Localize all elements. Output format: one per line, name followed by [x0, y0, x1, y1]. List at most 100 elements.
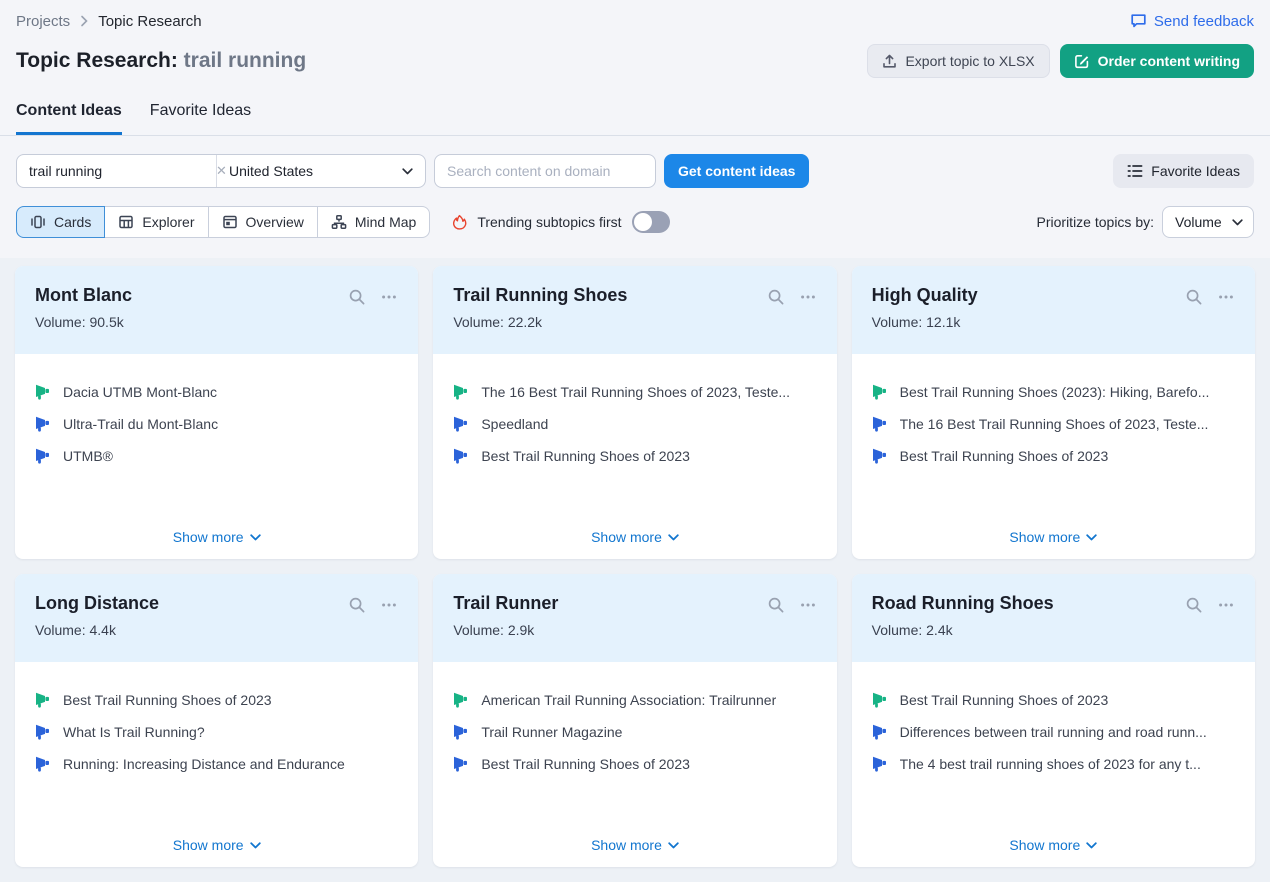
export-xlsx-button[interactable]: Export topic to XLSX	[867, 44, 1049, 78]
topic-card-header: Road Running Shoes Volume: 2.4k	[852, 574, 1255, 662]
idea-item[interactable]: The 16 Best Trail Running Shoes of 2023,…	[453, 382, 816, 402]
topic-volume: Volume: 2.9k	[453, 622, 558, 638]
idea-text: Best Trail Running Shoes (2023): Hiking,…	[900, 382, 1210, 402]
topic-query-input[interactable]	[29, 163, 210, 179]
trending-toggle[interactable]	[632, 211, 670, 233]
idea-text: The 4 best trail running shoes of 2023 f…	[900, 754, 1201, 774]
idea-text: The 16 Best Trail Running Shoes of 2023,…	[900, 414, 1209, 434]
idea-item[interactable]: Differences between trail running and ro…	[872, 722, 1235, 742]
idea-item[interactable]: Best Trail Running Shoes of 2023	[453, 446, 816, 466]
view-mindmap-button[interactable]: Mind Map	[317, 206, 430, 238]
domain-search-input[interactable]	[434, 154, 656, 188]
topic-card: Road Running Shoes Volume: 2.4k Best Tra…	[852, 574, 1255, 867]
megaphone-icon	[35, 724, 51, 740]
show-more-button[interactable]: Show more	[173, 525, 261, 547]
idea-item[interactable]: Best Trail Running Shoes of 2023	[872, 690, 1235, 710]
view-cards-button[interactable]: Cards	[16, 206, 105, 238]
idea-item[interactable]: Dacia UTMB Mont-Blanc	[35, 382, 398, 402]
mindmap-view-icon	[331, 214, 347, 230]
chevron-down-icon	[668, 534, 679, 541]
idea-item[interactable]: Best Trail Running Shoes of 2023	[35, 690, 398, 710]
favorite-ideas-button[interactable]: Favorite Ideas	[1113, 154, 1254, 188]
top-section: Projects Topic Research Send feedback To…	[0, 0, 1270, 258]
idea-text: Best Trail Running Shoes of 2023	[900, 446, 1109, 466]
show-more-button[interactable]: Show more	[1009, 833, 1097, 855]
idea-item[interactable]: Best Trail Running Shoes of 2023	[872, 446, 1235, 466]
megaphone-icon	[35, 692, 51, 708]
idea-text: Ultra-Trail du Mont-Blanc	[63, 414, 218, 434]
card-menu-icon[interactable]	[799, 596, 817, 614]
idea-text: Dacia UTMB Mont-Blanc	[63, 382, 217, 402]
send-feedback-link[interactable]: Send feedback	[1130, 13, 1254, 30]
megaphone-icon	[453, 692, 469, 708]
topic-title[interactable]: Mont Blanc	[35, 283, 132, 307]
cards-grid: Mont Blanc Volume: 90.5k Dacia UTMB Mont…	[15, 266, 1255, 867]
chevron-down-icon	[402, 168, 413, 175]
topic-title[interactable]: Road Running Shoes	[872, 591, 1054, 615]
idea-list: Best Trail Running Shoes of 2023 What Is …	[35, 690, 398, 786]
idea-item[interactable]: What Is Trail Running?	[35, 722, 398, 742]
tab-content-ideas[interactable]: Content Ideas	[16, 102, 122, 135]
country-select[interactable]: United States	[216, 155, 425, 187]
prioritize-select[interactable]: Volume	[1162, 206, 1254, 238]
card-menu-icon[interactable]	[1217, 596, 1235, 614]
show-more-button[interactable]: Show more	[591, 833, 679, 855]
card-menu-icon[interactable]	[380, 288, 398, 306]
breadcrumb: Projects Topic Research	[16, 13, 202, 30]
topic-volume: Volume: 22.2k	[453, 314, 627, 330]
breadcrumb-topic-research: Topic Research	[98, 13, 201, 30]
megaphone-icon	[35, 416, 51, 432]
topic-card: Long Distance Volume: 4.4k Best Trail Ru…	[15, 574, 418, 867]
view-switcher: Cards Explorer Overview Mind Map	[16, 206, 430, 238]
search-topic-icon[interactable]	[1185, 288, 1203, 306]
search-topic-icon[interactable]	[1185, 596, 1203, 614]
search-topic-icon[interactable]	[348, 596, 366, 614]
view-overview-button[interactable]: Overview	[208, 206, 318, 238]
card-menu-icon[interactable]	[1217, 288, 1235, 306]
idea-list: Best Trail Running Shoes (2023): Hiking,…	[872, 382, 1235, 478]
get-content-ideas-button[interactable]: Get content ideas	[664, 154, 809, 188]
show-more-button[interactable]: Show more	[1009, 525, 1097, 547]
view-explorer-button[interactable]: Explorer	[104, 206, 208, 238]
idea-item[interactable]: Trail Runner Magazine	[453, 722, 816, 742]
card-menu-icon[interactable]	[380, 596, 398, 614]
search-topic-icon[interactable]	[767, 596, 785, 614]
page-title: Topic Research: trail running	[16, 49, 306, 73]
idea-item[interactable]: The 4 best trail running shoes of 2023 f…	[872, 754, 1235, 774]
show-more-button[interactable]: Show more	[591, 525, 679, 547]
idea-item[interactable]: Running: Increasing Distance and Enduran…	[35, 754, 398, 774]
idea-item[interactable]: UTMB®	[35, 446, 398, 466]
idea-list: American Trail Running Association: Trai…	[453, 690, 816, 786]
view-cards-label: Cards	[54, 214, 91, 230]
megaphone-icon	[872, 384, 888, 400]
topic-card-header: High Quality Volume: 12.1k	[852, 266, 1255, 354]
megaphone-icon	[872, 416, 888, 432]
topic-card-header: Mont Blanc Volume: 90.5k	[15, 266, 418, 354]
idea-item[interactable]: The 16 Best Trail Running Shoes of 2023,…	[872, 414, 1235, 434]
card-menu-icon[interactable]	[799, 288, 817, 306]
idea-text: Running: Increasing Distance and Enduran…	[63, 754, 345, 774]
topic-title[interactable]: Trail Running Shoes	[453, 283, 627, 307]
topic-card-body: Best Trail Running Shoes of 2023 Differen…	[852, 662, 1255, 867]
idea-item[interactable]: Best Trail Running Shoes (2023): Hiking,…	[872, 382, 1235, 402]
topic-card-body: Best Trail Running Shoes (2023): Hiking,…	[852, 354, 1255, 559]
order-content-writing-button[interactable]: Order content writing	[1060, 44, 1254, 78]
topic-title[interactable]: Trail Runner	[453, 591, 558, 615]
topic-title[interactable]: Long Distance	[35, 591, 159, 615]
chevron-down-icon	[250, 842, 261, 849]
cards-view-icon	[30, 214, 46, 230]
topic-volume: Volume: 2.4k	[872, 622, 1054, 638]
idea-item[interactable]: Ultra-Trail du Mont-Blanc	[35, 414, 398, 434]
megaphone-icon	[453, 416, 469, 432]
show-more-button[interactable]: Show more	[173, 833, 261, 855]
search-topic-icon[interactable]	[767, 288, 785, 306]
topic-title[interactable]: High Quality	[872, 283, 978, 307]
idea-item[interactable]: American Trail Running Association: Trai…	[453, 690, 816, 710]
chevron-down-icon	[1086, 842, 1097, 849]
search-topic-icon[interactable]	[348, 288, 366, 306]
view-explorer-label: Explorer	[142, 214, 194, 230]
tab-favorite-ideas[interactable]: Favorite Ideas	[150, 102, 251, 135]
idea-item[interactable]: Speedland	[453, 414, 816, 434]
idea-item[interactable]: Best Trail Running Shoes of 2023	[453, 754, 816, 774]
breadcrumb-projects[interactable]: Projects	[16, 13, 70, 30]
